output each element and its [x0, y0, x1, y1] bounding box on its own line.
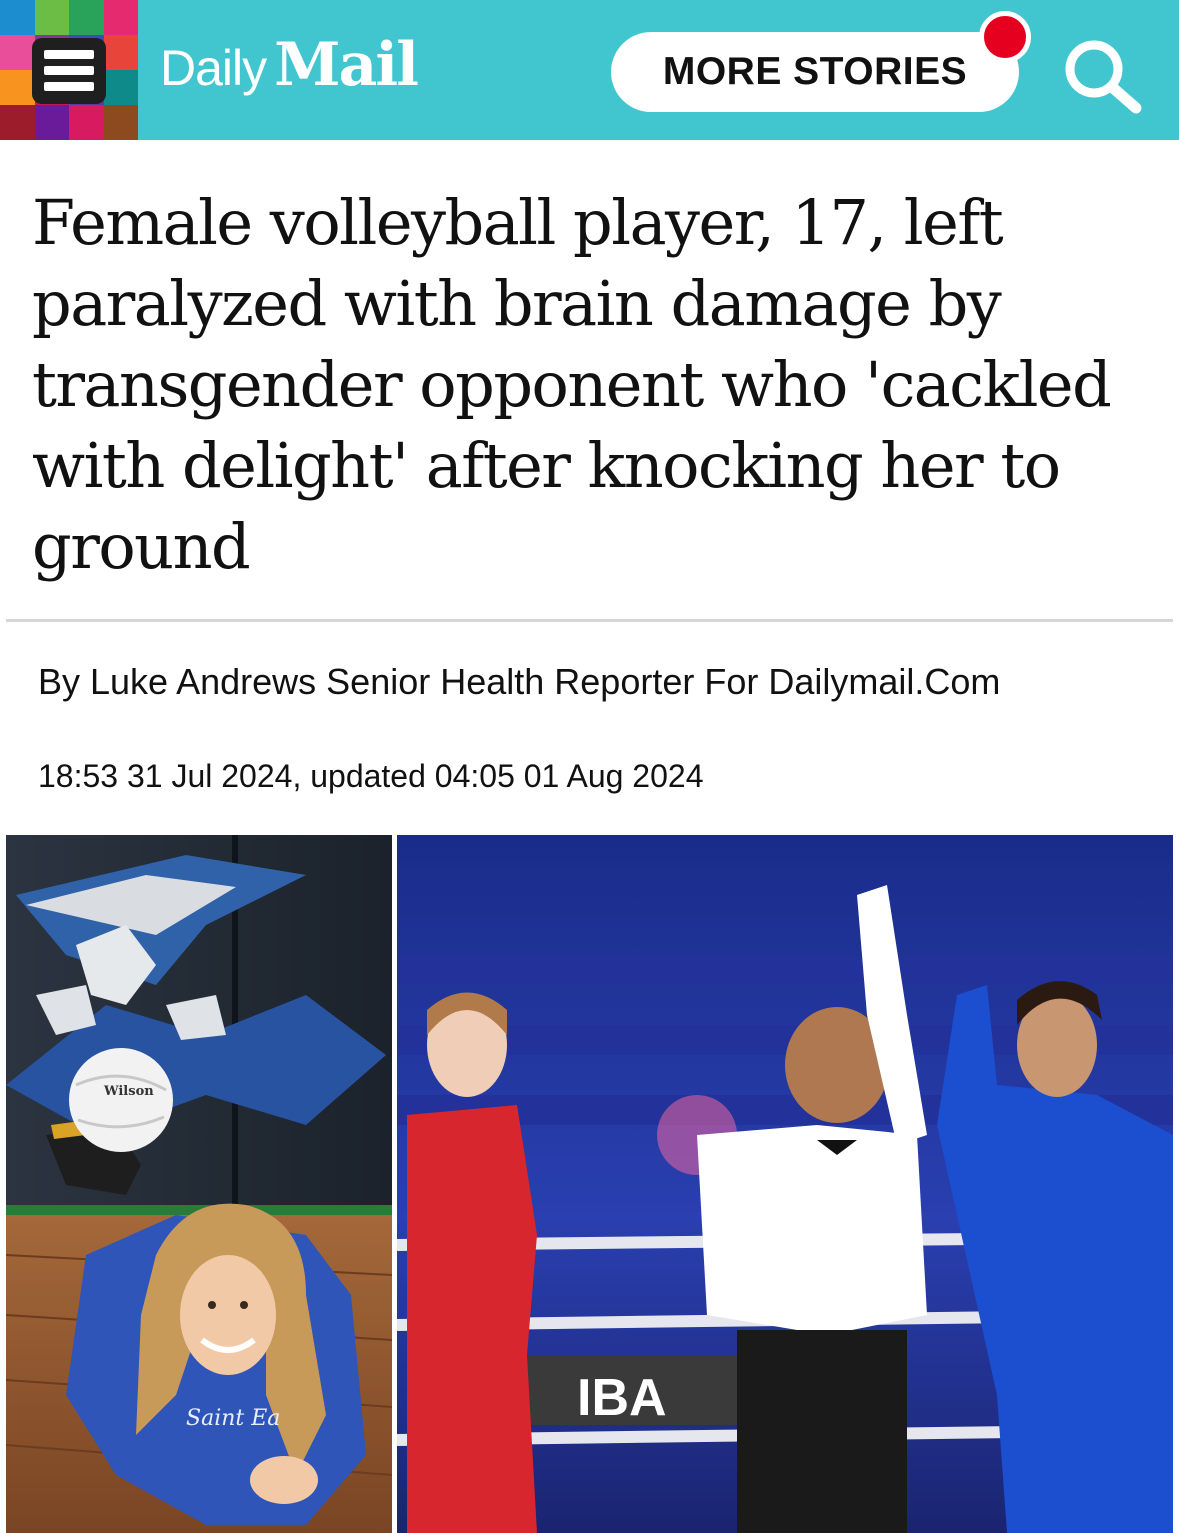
volleyball-player-photo[interactable]: Wilson Saint Ea: [6, 835, 392, 1533]
mosaic-tile: [0, 105, 35, 140]
article-byline[interactable]: By Luke Andrews Senior Health Reporter F…: [38, 656, 1138, 708]
headline-divider: [6, 619, 1173, 622]
mosaic-tile: [103, 0, 138, 35]
notification-dot: [979, 11, 1031, 63]
mosaic-tile: [0, 35, 35, 70]
search-icon[interactable]: [1060, 36, 1144, 114]
mosaic-tile: [34, 0, 69, 35]
mosaic-tile: [103, 70, 138, 105]
mosaic-tile: [69, 0, 104, 35]
logo-daily-text: Daily: [160, 40, 267, 96]
mosaic-tile: [0, 70, 35, 105]
article-dateline: 18:53 31 Jul 2024, updated 04:05 01 Aug …: [38, 758, 704, 794]
iba-banner-text: IBA: [577, 1369, 667, 1427]
ball-brand-text: Wilson: [103, 1084, 154, 1099]
site-logo[interactable]: Daily Mail: [160, 30, 419, 110]
site-header: Daily Mail MORE STORIES: [0, 0, 1179, 140]
mosaic-tile: [69, 105, 104, 140]
mosaic-tile: [103, 35, 138, 70]
mosaic-tile: [0, 0, 35, 35]
mosaic-tile: [103, 105, 138, 140]
jersey-text: Saint Ea: [186, 1406, 280, 1431]
mosaic-tile: [34, 105, 69, 140]
boxing-match-photo[interactable]: IBA: [397, 835, 1173, 1533]
logo-mail-text: Mail: [274, 30, 419, 100]
hamburger-menu-icon[interactable]: [32, 38, 106, 104]
article-headline: Female volleyball player, 17, left paral…: [32, 186, 1112, 583]
more-stories-button[interactable]: MORE STORIES: [611, 32, 1019, 112]
